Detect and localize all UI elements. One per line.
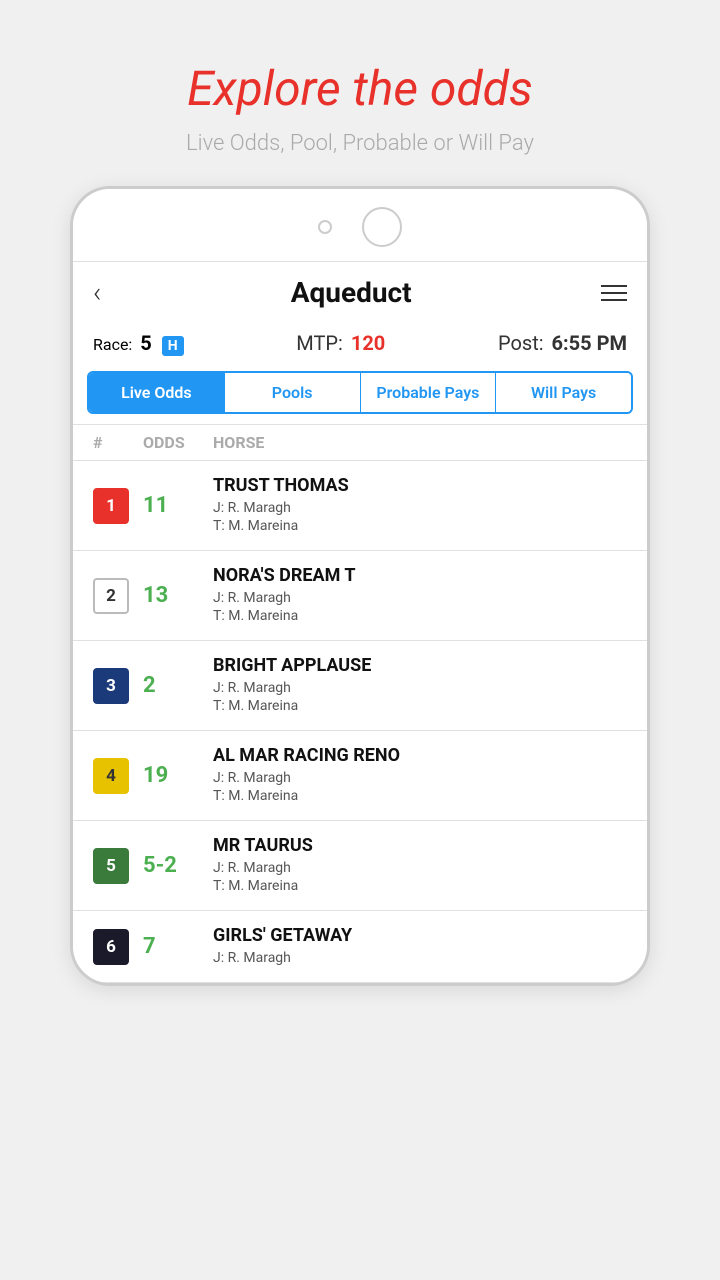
app-title: Aqueduct: [291, 276, 412, 309]
race-number: 5: [140, 331, 151, 355]
phone-frame: ‹ Aqueduct Race: 5 H MTP: 120 Post: 6:55…: [70, 186, 650, 986]
horse-odds: 7: [143, 934, 213, 959]
horse-odds: 19: [143, 763, 213, 788]
phone-top-bar: [73, 189, 647, 261]
mtp-label: MTP:: [296, 331, 343, 355]
horse-trainer: T: M. Mareina: [213, 608, 627, 624]
menu-line-3: [601, 299, 627, 301]
phone-sensor: [318, 220, 332, 234]
horse-info: NORA'S DREAM T J: R. Maragh T: M. Marein…: [213, 565, 627, 626]
horse-jockey: J: R. Maragh: [213, 680, 627, 696]
horse-info: MR TAURUS J: R. Maragh T: M. Mareina: [213, 835, 627, 896]
tab-probable-pays[interactable]: Probable Pays: [361, 373, 497, 412]
table-row[interactable]: 5 5-2 MR TAURUS J: R. Maragh T: M. Marei…: [73, 821, 647, 911]
horse-odds: 5-2: [143, 853, 213, 878]
horse-info: AL MAR RACING RENO J: R. Maragh T: M. Ma…: [213, 745, 627, 806]
race-h-badge: H: [162, 336, 184, 356]
page-title: Explore the odds: [186, 60, 534, 117]
tab-live-odds[interactable]: Live Odds: [89, 373, 225, 412]
mtp-group: MTP: 120: [296, 331, 385, 355]
horse-jockey: J: R. Maragh: [213, 500, 627, 516]
horse-jockey: J: R. Maragh: [213, 950, 627, 966]
table-row[interactable]: 6 7 GIRLS' GETAWAY J: R. Maragh: [73, 911, 647, 983]
col-header-num: #: [93, 433, 143, 452]
page-header: Explore the odds Live Odds, Pool, Probab…: [186, 60, 534, 156]
horse-trainer: T: M. Mareina: [213, 878, 627, 894]
mtp-value: 120: [351, 331, 385, 355]
horse-name: TRUST THOMAS: [213, 475, 627, 496]
horse-name: NORA'S DREAM T: [213, 565, 627, 586]
tab-will-pays[interactable]: Will Pays: [496, 373, 631, 412]
app-header: ‹ Aqueduct: [73, 262, 647, 323]
horse-name: MR TAURUS: [213, 835, 627, 856]
menu-button[interactable]: [601, 285, 627, 301]
horse-number-badge: 6: [93, 929, 129, 965]
race-info-bar: Race: 5 H MTP: 120 Post: 6:55 PM: [73, 323, 647, 367]
horse-number-badge: 5: [93, 848, 129, 884]
post-label: Post:: [498, 331, 544, 355]
horses-list: 1 11 TRUST THOMAS J: R. Maragh T: M. Mar…: [73, 461, 647, 983]
horse-jockey: J: R. Maragh: [213, 860, 627, 876]
horse-name: GIRLS' GETAWAY: [213, 925, 627, 946]
tabs-container: Live Odds Pools Probable Pays Will Pays: [87, 371, 633, 414]
table-row[interactable]: 2 13 NORA'S DREAM T J: R. Maragh T: M. M…: [73, 551, 647, 641]
menu-line-2: [601, 292, 627, 294]
horse-info: TRUST THOMAS J: R. Maragh T: M. Mareina: [213, 475, 627, 536]
horse-info: BRIGHT APPLAUSE J: R. Maragh T: M. Marei…: [213, 655, 627, 716]
horse-odds: 13: [143, 583, 213, 608]
horse-number-badge: 3: [93, 668, 129, 704]
horse-trainer: T: M. Mareina: [213, 698, 627, 714]
app-content: ‹ Aqueduct Race: 5 H MTP: 120 Post: 6:55…: [73, 261, 647, 983]
horse-jockey: J: R. Maragh: [213, 590, 627, 606]
phone-button: [362, 207, 402, 247]
horse-odds: 11: [143, 493, 213, 518]
horse-trainer: T: M. Mareina: [213, 518, 627, 534]
table-row[interactable]: 3 2 BRIGHT APPLAUSE J: R. Maragh T: M. M…: [73, 641, 647, 731]
post-value: 6:55 PM: [552, 331, 627, 355]
horse-name: BRIGHT APPLAUSE: [213, 655, 627, 676]
horse-jockey: J: R. Maragh: [213, 770, 627, 786]
tab-pools[interactable]: Pools: [225, 373, 361, 412]
table-row[interactable]: 4 19 AL MAR RACING RENO J: R. Maragh T: …: [73, 731, 647, 821]
horse-info: GIRLS' GETAWAY J: R. Maragh: [213, 925, 627, 968]
back-button[interactable]: ‹: [93, 276, 101, 309]
race-label-group: Race: 5 H: [93, 331, 184, 355]
menu-line-1: [601, 285, 627, 287]
table-header: # ODDS HORSE: [73, 424, 647, 461]
horse-odds: 2: [143, 673, 213, 698]
post-group: Post: 6:55 PM: [498, 331, 627, 355]
race-label: Race:: [93, 335, 132, 354]
col-header-horse: HORSE: [213, 433, 627, 452]
horse-number-badge: 4: [93, 758, 129, 794]
page-subtitle: Live Odds, Pool, Probable or Will Pay: [186, 131, 534, 156]
table-row[interactable]: 1 11 TRUST THOMAS J: R. Maragh T: M. Mar…: [73, 461, 647, 551]
horse-trainer: T: M. Mareina: [213, 788, 627, 804]
horse-number-badge: 1: [93, 488, 129, 524]
col-header-odds: ODDS: [143, 433, 213, 452]
horse-name: AL MAR RACING RENO: [213, 745, 627, 766]
horse-number-badge: 2: [93, 578, 129, 614]
